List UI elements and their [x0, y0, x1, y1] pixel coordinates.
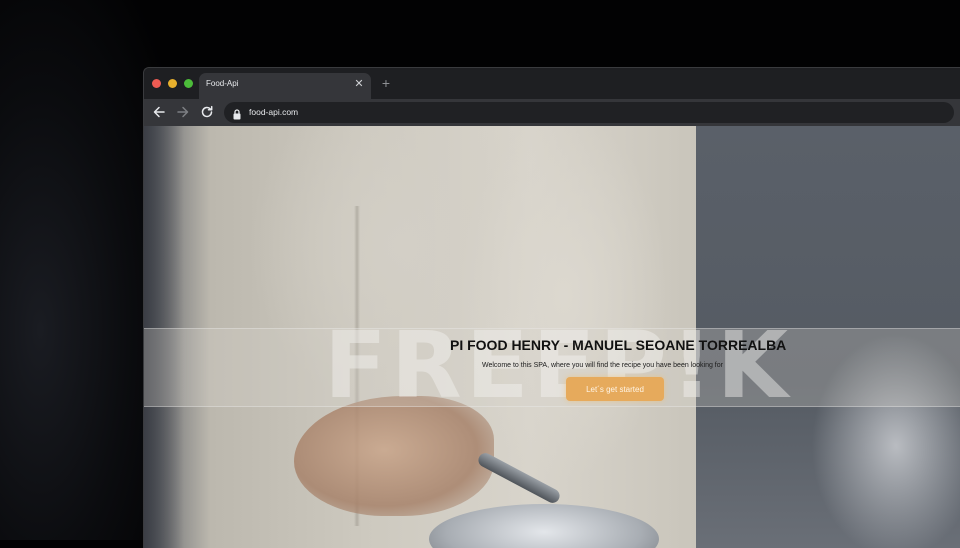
lock-icon — [232, 107, 242, 120]
close-icon[interactable]: ✕ — [353, 78, 365, 90]
plus-icon[interactable]: + — [379, 76, 393, 90]
reload-icon[interactable] — [199, 104, 215, 120]
maximize-window-button[interactable] — [184, 79, 193, 88]
close-window-button[interactable] — [152, 79, 161, 88]
page-title: PI FOOD HENRY - MANUEL SEOANE TORREALBA — [450, 337, 787, 353]
get-started-button[interactable]: Let´s get started — [566, 377, 664, 401]
browser-toolbar: food-api.com — [144, 99, 960, 126]
address-url: food-api.com — [249, 107, 299, 117]
hero-subtitle: Welcome to this SPA, where you will find… — [482, 362, 723, 369]
hero-banner: PI FOOD HENRY - MANUEL SEOANE TORREALBA … — [144, 328, 960, 407]
browser-window: Food-Api ✕ + food-api.com FREEP!K PI FOO… — [143, 67, 960, 548]
tab-title: Food-Api — [206, 79, 239, 88]
arrow-left-icon[interactable] — [151, 104, 167, 120]
minimize-window-button[interactable] — [168, 79, 177, 88]
arrow-right-icon[interactable] — [175, 104, 191, 120]
tab-food-api[interactable]: Food-Api ✕ — [199, 73, 371, 99]
tab-strip: Food-Api ✕ + — [144, 68, 960, 99]
address-bar[interactable]: food-api.com — [224, 102, 954, 123]
page-viewport: FREEP!K PI FOOD HENRY - MANUEL SEOANE TO… — [144, 126, 960, 548]
